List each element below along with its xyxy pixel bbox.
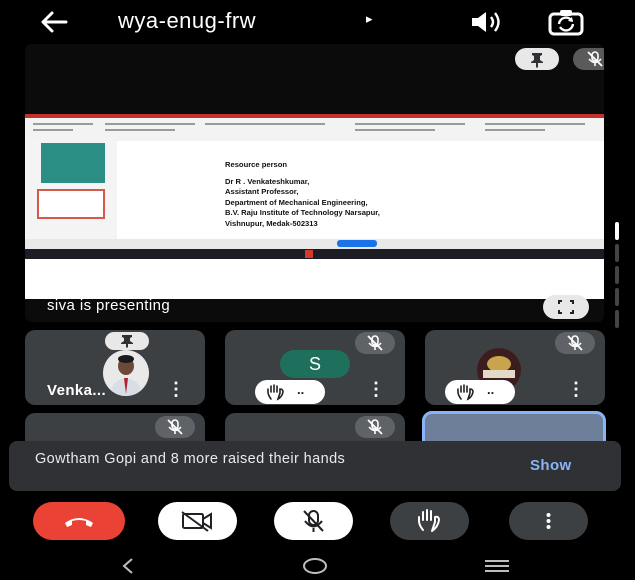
- mic-off-badge: [555, 332, 595, 354]
- os-taskbar: [25, 249, 604, 259]
- show-button[interactable]: Show: [530, 457, 572, 474]
- slide-line: B.V. Raju Institute of Technology Narsap…: [225, 208, 380, 217]
- camera-off-icon: [181, 511, 212, 532]
- mic-off-icon: [367, 419, 383, 435]
- mic-off-icon: [587, 51, 603, 67]
- raise-hand-button[interactable]: [390, 502, 469, 540]
- scrollbar-track: [615, 288, 619, 306]
- nav-home-icon[interactable]: [302, 557, 328, 575]
- end-call-button[interactable]: [33, 502, 125, 540]
- presenter-label: siva is presenting: [47, 297, 171, 314]
- scrollbar-thumb[interactable]: [615, 222, 619, 240]
- scrollbar-track: [615, 266, 619, 284]
- slide-heading: Resource person: [225, 160, 288, 169]
- hand-icon: [457, 384, 474, 401]
- microphone-toggle-button[interactable]: [274, 502, 353, 540]
- slide-line: Vishnupur, Medak-502313: [225, 218, 318, 228]
- participant-initial-avatar: S: [280, 350, 350, 378]
- shared-screen: Resource person Dr R . Venkateshkumar, A…: [25, 114, 604, 299]
- raised-hand-badge: ..: [445, 380, 515, 404]
- slide-thumbnails: [25, 141, 117, 241]
- slide-thumbnail-selected: [37, 189, 105, 219]
- meeting-code-title[interactable]: wya-enug-frw: [118, 8, 256, 34]
- fullscreen-button[interactable]: [543, 295, 589, 319]
- more-options-icon[interactable]: ⋮: [167, 380, 185, 398]
- slide-line: Assistant Professor,: [225, 187, 299, 196]
- scrollbar-track: [615, 244, 619, 262]
- presenter-mic-off-badge: [573, 48, 604, 70]
- camera-flip-icon[interactable]: [546, 6, 586, 38]
- camera-toggle-button[interactable]: [158, 502, 237, 540]
- raised-hands-toast: Gowtham Gopi and 8 more raised their han…: [9, 441, 621, 491]
- mic-off-badge: [355, 416, 395, 438]
- volume-icon[interactable]: [468, 8, 502, 36]
- slide-thumbnail: [41, 143, 105, 183]
- pin-icon: [121, 335, 133, 348]
- participant-name: Venka...: [47, 382, 107, 399]
- slide-line: Department of Mechanical Engineering,: [225, 197, 368, 207]
- presentation-view[interactable]: Resource person Dr R . Venkateshkumar, A…: [25, 44, 604, 322]
- participant-tile[interactable]: .. ⋮: [425, 330, 605, 405]
- system-nav-bar: [0, 550, 635, 580]
- pinned-badge[interactable]: [105, 332, 149, 350]
- slide-content: Resource person Dr R . Venkateshkumar, A…: [225, 160, 380, 229]
- mic-off-icon: [567, 335, 583, 351]
- hand-icon: [418, 509, 440, 532]
- app-icon: [305, 250, 313, 258]
- nav-back-icon[interactable]: [120, 558, 136, 574]
- scrollbar-track: [615, 310, 619, 328]
- fullscreen-icon: [558, 300, 574, 314]
- mic-off-icon: [303, 510, 324, 532]
- stop-sharing-pill: [337, 240, 377, 247]
- pin-button[interactable]: [515, 48, 559, 70]
- nav-recents-icon[interactable]: [484, 559, 510, 573]
- mic-off-icon: [367, 335, 383, 351]
- pin-icon: [531, 53, 543, 68]
- mic-off-badge: [155, 416, 195, 438]
- slide-line: Dr R . Venkateshkumar,: [225, 176, 310, 186]
- app-ribbon: [25, 114, 604, 141]
- participant-avatar: [103, 350, 149, 396]
- mic-off-icon: [167, 419, 183, 435]
- mic-off-badge: [355, 332, 395, 354]
- more-vert-icon: [546, 513, 551, 529]
- back-arrow-icon[interactable]: [38, 8, 70, 36]
- top-bar: wya-enug-frw ▸: [0, 0, 635, 44]
- more-options-icon[interactable]: ⋮: [567, 380, 585, 398]
- chevron-right-icon[interactable]: ▸: [366, 11, 373, 27]
- participant-tile[interactable]: Venka... ⋮: [25, 330, 205, 405]
- more-options-button[interactable]: [509, 502, 588, 540]
- hand-icon: [267, 384, 284, 401]
- notes-bar: [25, 239, 604, 249]
- raised-hand-badge: ..: [255, 380, 325, 404]
- toast-message: Gowtham Gopi and 8 more raised their han…: [35, 451, 346, 467]
- more-options-icon[interactable]: ⋮: [367, 380, 385, 398]
- hand-queue-text: ..: [487, 382, 495, 397]
- hand-queue-text: ..: [297, 382, 305, 397]
- phone-hangup-icon: [65, 518, 93, 527]
- participant-tile[interactable]: S .. ⋮: [225, 330, 405, 405]
